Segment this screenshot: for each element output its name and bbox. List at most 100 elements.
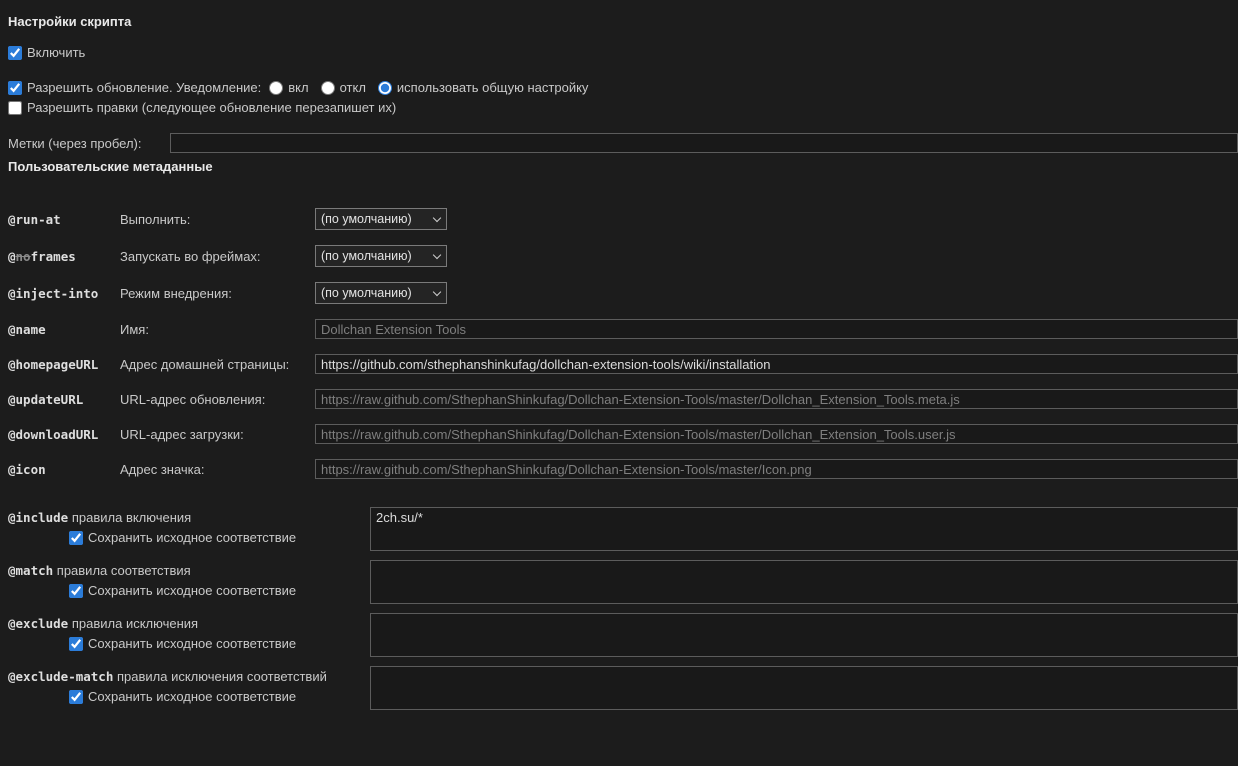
notify-radio-off-label[interactable]: откл [320,80,366,95]
run-at-select[interactable]: (по умолчанию) [315,208,447,230]
exclude-keep-text: Сохранить исходное соответствие [88,636,297,651]
match-label: правила соответствия [56,563,191,578]
name-key: @name [8,321,46,337]
notify-radio-global-text: использовать общую настройку [396,80,589,95]
notify-radio-on-text: вкл [288,80,309,95]
include-head: @include правила включения [8,510,370,525]
run-at-row: @run-at Выполнить: (по умолчанию) [8,208,1238,230]
notify-radio-on[interactable] [269,80,284,95]
download-url-label: URL-адрес загрузки: [120,426,244,442]
exclude-match-textarea[interactable] [370,666,1238,710]
update-checkbox-label[interactable]: Разрешить обновление. Уведомление: [8,80,261,95]
run-at-label: Выполнить: [120,211,191,227]
edits-checkbox-label[interactable]: Разрешить правки (следующее обновление п… [8,100,396,115]
match-head: @match правила соответствия [8,563,370,578]
noframes-key-rest: frames [30,248,76,264]
metadata-rows: @run-at Выполнить: (по умолчанию) @nofra… [8,208,1238,479]
run-at-select-wrap: (по умолчанию) [315,208,447,230]
include-label: правила включения [71,510,192,525]
enable-label: Включить [27,45,86,60]
edits-label: Разрешить правки (следующее обновление п… [27,100,397,115]
update-url-input[interactable] [315,389,1238,409]
match-group: @match правила соответствия Сохранить ис… [8,560,1238,604]
include-key: @include [8,510,69,525]
noframes-key-struck: no [15,248,31,264]
noframes-select[interactable]: (по умолчанию) [315,245,447,267]
match-textarea[interactable] [370,560,1238,604]
name-label: Имя: [120,321,149,337]
noframes-key-at: @ [8,248,16,264]
exclude-match-keep-label[interactable]: Сохранить исходное соответствие [69,689,370,704]
match-key: @match [8,563,54,578]
noframes-key: @noframes [8,249,120,264]
noframes-label: Запускать во фреймах: [120,248,261,264]
enable-row: Включить [8,45,1238,60]
inject-into-row: @inject-into Режим внедрения: (по умолча… [8,282,1238,304]
icon-key: @icon [8,461,46,477]
inject-into-key: @inject-into [8,285,99,301]
tags-label: Метки (через пробел): [8,135,142,151]
run-at-key: @run-at [8,211,61,227]
exclude-match-key: @exclude-match [8,669,114,684]
exclude-keep-checkbox[interactable] [69,636,83,651]
include-keep-text: Сохранить исходное соответствие [88,530,297,545]
exclude-match-keep-checkbox[interactable] [69,689,83,704]
notify-radio-group: вкл откл использовать общую настройку [269,80,600,95]
download-url-row: @downloadURL URL-адрес загрузки: [8,424,1238,444]
notify-radio-off[interactable] [320,80,335,95]
match-keep-label[interactable]: Сохранить исходное соответствие [69,583,370,598]
notify-radio-global[interactable] [377,80,392,95]
update-label: Разрешить обновление. Уведомление: [27,80,262,95]
match-keep-text: Сохранить исходное соответствие [88,583,297,598]
enable-checkbox-label[interactable]: Включить [8,45,85,60]
download-url-key: @downloadURL [8,426,99,442]
rules-section: @include правила включения Сохранить исх… [8,507,1238,710]
inject-into-select-wrap: (по умолчанию) [315,282,447,304]
icon-url-input[interactable] [315,459,1238,479]
script-settings-page: Настройки скрипта Включить Разрешить обн… [0,0,1238,766]
edits-checkbox[interactable] [8,100,22,115]
exclude-keep-label[interactable]: Сохранить исходное соответствие [69,636,370,651]
edits-row: Разрешить правки (следующее обновление п… [8,100,1238,115]
homepage-url-input[interactable] [315,354,1238,374]
include-keep-label[interactable]: Сохранить исходное соответствие [69,530,370,545]
noframes-row: @noframes Запускать во фреймах: (по умол… [8,245,1238,267]
name-row: @name Имя: [8,319,1238,339]
notify-radio-on-label[interactable]: вкл [269,80,309,95]
update-url-key: @updateURL [8,391,84,407]
enable-checkbox[interactable] [8,45,22,60]
download-url-input[interactable] [315,424,1238,444]
noframes-select-wrap: (по умолчанию) [315,245,447,267]
include-keep-checkbox[interactable] [69,530,83,545]
exclude-group: @exclude правила исключения Сохранить ис… [8,613,1238,657]
exclude-match-label: правила исключения соответствий [116,669,327,684]
update-row: Разрешить обновление. Уведомление: вкл о… [8,80,1238,95]
homepage-url-key: @homepageURL [8,356,99,372]
match-keep-checkbox[interactable] [69,583,83,598]
exclude-textarea[interactable] [370,613,1238,657]
inject-into-label: Режим внедрения: [120,285,232,301]
metadata-title: Пользовательские метаданные [8,159,213,174]
update-url-label: URL-адрес обновления: [120,391,266,407]
exclude-head: @exclude правила исключения [8,616,370,631]
homepage-url-label: Адрес домашней страницы: [120,356,290,372]
notify-radio-global-label[interactable]: использовать общую настройку [377,80,589,95]
exclude-key: @exclude [8,616,69,631]
tags-row: Метки (через пробел): [8,133,1238,153]
include-group: @include правила включения Сохранить исх… [8,507,1238,551]
script-settings-title: Настройки скрипта [8,14,132,29]
update-url-row: @updateURL URL-адрес обновления: [8,389,1238,409]
inject-into-select[interactable]: (по умолчанию) [315,282,447,304]
name-input[interactable] [315,319,1238,339]
exclude-match-group: @exclude-match правила исключения соотве… [8,666,1238,710]
exclude-label: правила исключения [71,616,199,631]
include-textarea[interactable]: 2ch.su/* [370,507,1238,551]
exclude-match-head: @exclude-match правила исключения соотве… [8,669,370,684]
exclude-match-keep-text: Сохранить исходное соответствие [88,689,297,704]
icon-row: @icon Адрес значка: [8,459,1238,479]
notify-radio-off-text: откл [339,80,366,95]
icon-label: Адрес значка: [120,461,205,477]
tags-input[interactable] [170,133,1238,153]
update-checkbox[interactable] [8,80,22,95]
homepage-url-row: @homepageURL Адрес домашней страницы: [8,354,1238,374]
